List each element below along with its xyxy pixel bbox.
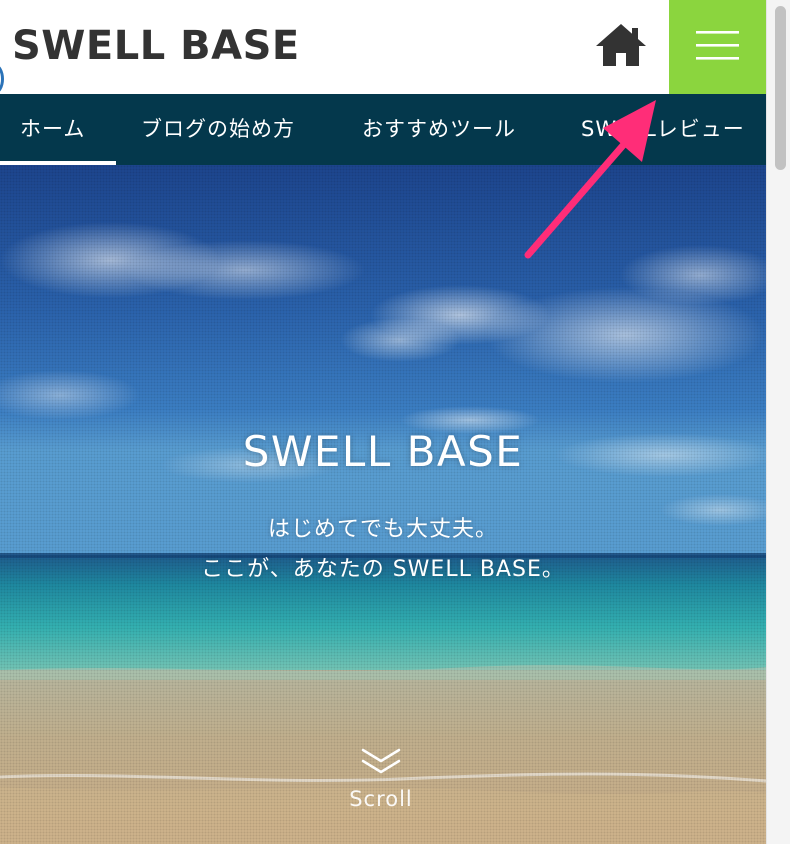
- site-header: SWELL BASE: [0, 0, 766, 94]
- hamburger-menu-icon: [669, 0, 766, 94]
- hero-title: SWELL BASE: [242, 427, 524, 476]
- scroll-label: Scroll: [349, 787, 413, 811]
- vertical-scrollbar[interactable]: [766, 0, 790, 844]
- home-icon: [596, 24, 646, 66]
- nav-item-home[interactable]: ホーム: [20, 94, 85, 165]
- nav-item-recommended-tools[interactable]: おすすめツール: [362, 94, 516, 165]
- nav-item-blog-start[interactable]: ブログの始め方: [141, 94, 295, 165]
- global-nav: ホーム ブログの始め方 おすすめツール SWELLレビュー: [0, 94, 766, 165]
- hamburger-menu-button[interactable]: [669, 0, 766, 94]
- double-chevron-down-icon: [361, 748, 401, 774]
- scrollbar-thumb[interactable]: [775, 6, 786, 170]
- logo-badge-icon: [0, 64, 4, 94]
- page-viewport: SWELL BASE ホーム ブログの始め方 おすすめツール SWELLレビュー: [0, 0, 766, 844]
- nav-item-swell-review[interactable]: SWELLレビュー: [581, 94, 745, 165]
- hero-section: SWELL BASE はじめてでも大丈夫。 ここが、あなたの SWELL BAS…: [0, 165, 766, 844]
- scroll-down-button[interactable]: Scroll: [333, 743, 429, 823]
- hero-subtitle-line2: ここが、あなたの SWELL BASE。: [201, 557, 565, 582]
- hero-subtitle-line1: はじめてでも大丈夫。: [267, 517, 498, 542]
- site-title[interactable]: SWELL BASE: [12, 20, 300, 72]
- home-button[interactable]: [592, 20, 650, 70]
